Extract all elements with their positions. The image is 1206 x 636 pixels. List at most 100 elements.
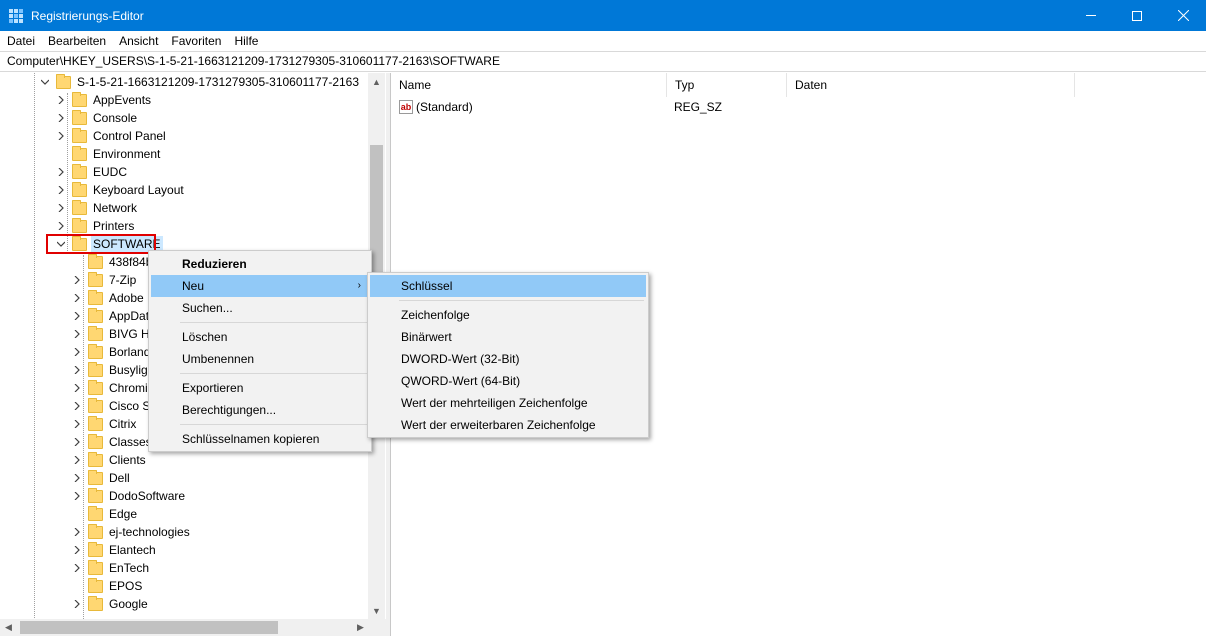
tree-node[interactable]: Console (56, 109, 139, 127)
submenu-item-mehrteilige-zeichenfolge[interactable]: Wert der mehrteiligen Zeichenfolge (370, 392, 646, 414)
tree-node[interactable]: Elantech (72, 541, 158, 559)
menu-item-berechtigungen[interactable]: Berechtigungen... (151, 399, 369, 421)
chevron-right-icon[interactable] (56, 199, 66, 217)
chevron-right-icon[interactable] (72, 397, 82, 415)
tree-node[interactable]: Printers (56, 217, 136, 235)
chevron-right-icon[interactable] (56, 217, 66, 235)
menu-bearbeiten[interactable]: Bearbeiten (42, 31, 112, 51)
chevron-right-icon[interactable] (72, 487, 82, 505)
chevron-right-icon[interactable] (72, 415, 82, 433)
chevron-right-icon[interactable] (72, 271, 82, 289)
tree-node[interactable]: Citrix (72, 415, 138, 433)
tree-node[interactable]: ej-technologies (72, 523, 192, 541)
address-bar[interactable]: Computer\HKEY_USERS\S-1-5-21-1663121209-… (0, 51, 1206, 72)
scroll-left-icon[interactable]: ◀ (0, 619, 17, 636)
maximize-button[interactable] (1114, 0, 1160, 31)
chevron-right-icon[interactable] (72, 289, 82, 307)
scroll-down-icon[interactable]: ▼ (368, 602, 385, 619)
tree-node[interactable]: Network (56, 199, 139, 217)
chevron-right-icon[interactable] (72, 559, 82, 577)
chevron-down-icon[interactable] (40, 73, 50, 91)
chevron-right-icon[interactable] (56, 163, 66, 181)
tree-node[interactable]: EUDC (56, 163, 129, 181)
chevron-right-icon[interactable] (56, 109, 66, 127)
chevron-right-icon[interactable] (56, 127, 66, 145)
tree-node[interactable]: BIVG Ha (72, 325, 158, 343)
submenu-item-binaerwert[interactable]: Binärwert (370, 326, 646, 348)
tree-node[interactable]: AppDat (72, 307, 151, 325)
list-item[interactable]: ab (Standard) REG_SZ (391, 97, 1206, 117)
tree-node-label: Printers (93, 219, 135, 233)
menu-hilfe[interactable]: Hilfe (228, 31, 264, 51)
tree-node[interactable]: Classes (72, 433, 154, 451)
menu-item-reduzieren[interactable]: Reduzieren (151, 253, 369, 275)
tree-node-root[interactable]: S-1-5-21-1663121209-1731279305-310601177… (40, 73, 361, 91)
chevron-right-icon[interactable] (72, 523, 82, 541)
tree-horizontal-scrollbar[interactable]: ◀ ▶ (0, 619, 386, 636)
tree-node-label: Google (109, 597, 148, 611)
tree-node-label: Edge (109, 507, 138, 521)
chevron-right-icon[interactable] (72, 469, 82, 487)
submenu-item-dword[interactable]: DWORD-Wert (32-Bit) (370, 348, 646, 370)
submenu-item-zeichenfolge[interactable]: Zeichenfolge (370, 304, 646, 326)
tree-node[interactable]: Google (72, 595, 150, 613)
folder-icon (72, 109, 87, 125)
tree-node[interactable]: Edge (72, 505, 139, 523)
menu-item-loeschen[interactable]: Löschen (151, 326, 369, 348)
tree-node-label: Environment (93, 147, 161, 161)
submenu-item-erweiterbare-zeichenfolge[interactable]: Wert der erweiterbaren Zeichenfolge (370, 414, 646, 436)
chevron-right-icon[interactable] (72, 325, 82, 343)
menu-item-schluesselnamen-kopieren[interactable]: Schlüsselnamen kopieren (151, 428, 369, 450)
chevron-right-icon[interactable] (72, 595, 82, 613)
title-bar: Registrierungs-Editor (0, 0, 1206, 31)
scroll-right-icon[interactable]: ▶ (352, 619, 369, 636)
submenu-item-schluessel[interactable]: Schlüssel (370, 275, 646, 297)
tree-node[interactable]: 7-Zip (72, 271, 138, 289)
tree-node[interactable]: Chromi (72, 379, 150, 397)
chevron-right-icon[interactable] (72, 541, 82, 559)
menu-item-exportieren[interactable]: Exportieren (151, 377, 369, 399)
scroll-thumb[interactable] (20, 621, 278, 634)
tree-node[interactable]: Control Panel (56, 127, 168, 145)
folder-icon (72, 145, 87, 161)
column-header-data[interactable]: Daten (787, 73, 1075, 97)
tree-node[interactable]: 438f84b (72, 253, 154, 271)
chevron-right-icon[interactable] (56, 91, 66, 109)
column-header-name[interactable]: Name (391, 73, 667, 97)
tree-node[interactable]: AppEvents (56, 91, 153, 109)
tree-node[interactable]: Busyligh (72, 361, 156, 379)
chevron-right-icon[interactable] (72, 343, 82, 361)
menu-item-neu[interactable]: Neu › (151, 275, 369, 297)
tree-node[interactable]: Borland (72, 343, 152, 361)
tree-node[interactable]: Adobe (72, 289, 146, 307)
chevron-right-icon[interactable] (72, 307, 82, 325)
column-header-type[interactable]: Typ (667, 73, 787, 97)
chevron-right-icon[interactable] (72, 361, 82, 379)
minimize-button[interactable] (1068, 0, 1114, 31)
folder-icon (88, 379, 103, 395)
tree-node[interactable]: EnTech (72, 559, 151, 577)
folder-icon (88, 595, 103, 611)
menu-item-suchen[interactable]: Suchen... (151, 297, 369, 319)
chevron-right-icon[interactable] (72, 379, 82, 397)
chevron-right-icon[interactable] (72, 433, 82, 451)
menu-item-umbenennen[interactable]: Umbenennen (151, 348, 369, 370)
tree-node[interactable]: Dell (72, 469, 132, 487)
tree-node-label: DodoSoftware (109, 489, 186, 503)
menu-ansicht[interactable]: Ansicht (113, 31, 164, 51)
tree-node[interactable]: Clients (72, 451, 148, 469)
chevron-right-icon[interactable] (72, 451, 82, 469)
close-button[interactable] (1160, 0, 1206, 31)
scroll-up-icon[interactable]: ▲ (368, 73, 385, 90)
tree-node[interactable]: Keyboard Layout (56, 181, 186, 199)
tree-node[interactable]: EPOS (72, 577, 144, 595)
tree-node[interactable]: DodoSoftware (72, 487, 187, 505)
folder-icon (88, 487, 103, 503)
tree-node[interactable]: Environment (56, 145, 162, 163)
tree-node[interactable]: Cisco Sy (72, 397, 158, 415)
chevron-right-icon[interactable] (56, 181, 66, 199)
menu-datei[interactable]: Datei (1, 31, 41, 51)
menu-favoriten[interactable]: Favoriten (165, 31, 227, 51)
submenu-item-qword[interactable]: QWORD-Wert (64-Bit) (370, 370, 646, 392)
